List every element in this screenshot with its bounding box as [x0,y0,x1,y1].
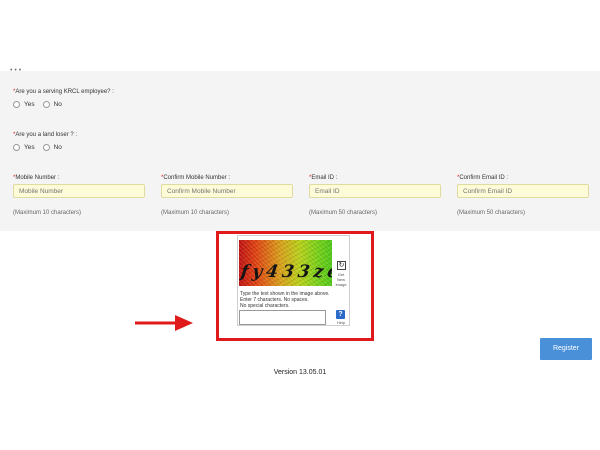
confirm-email-id-input[interactable] [457,184,589,198]
label-text: Confirm Mobile Number : [163,175,231,181]
red-arrow-icon [135,315,193,331]
confirm-mobile-number-hint: (Maximum 10 characters) [161,210,230,216]
label-text: Email ID : [311,175,338,181]
register-button[interactable]: Register [540,338,592,360]
krcl-employee-options: Yes No [13,101,70,108]
email-id-hint: (Maximum 50 characters) [309,210,378,216]
radio-label-yes: Yes [24,101,35,108]
question-krcl-employee: *Are you a serving KRCL employee? : [13,89,114,95]
radio-land-loser-yes[interactable] [13,144,20,151]
email-id-label: *Email ID : [309,175,337,181]
radio-land-loser-no[interactable] [42,144,50,151]
radio-label-no: No [53,144,62,151]
registration-form-panel: • • • *Are you a serving KRCL employee? … [0,67,600,231]
label-text: Confirm Email ID : [459,175,509,181]
mobile-number-hint: (Maximum 10 characters) [13,210,82,216]
question-text: Are you a serving KRCL employee? : [15,89,114,95]
truncated-text: • • • [10,67,22,74]
mobile-number-input[interactable] [13,184,145,198]
version-text: Version 13.05.01 [273,369,327,376]
radio-employee-no[interactable] [42,101,50,108]
question-land-loser: *Are you a land loser ? : [13,132,77,138]
label-text: Mobile Number : [15,175,60,181]
radio-label-no: No [53,101,62,108]
mobile-number-label: *Mobile Number : [13,175,59,181]
confirm-email-id-label: *Confirm Email ID : [457,175,508,181]
confirm-mobile-number-input[interactable] [161,184,293,198]
confirm-mobile-number-label: *Confirm Mobile Number : [161,175,230,181]
radio-label-yes: Yes [24,144,35,151]
land-loser-options: Yes No [13,144,70,151]
question-text: Are you a land loser ? : [15,132,78,138]
confirm-email-id-hint: (Maximum 50 characters) [457,210,526,216]
captcha-highlight-box [216,231,374,341]
email-id-input[interactable] [309,184,441,198]
radio-employee-yes[interactable] [13,101,20,108]
